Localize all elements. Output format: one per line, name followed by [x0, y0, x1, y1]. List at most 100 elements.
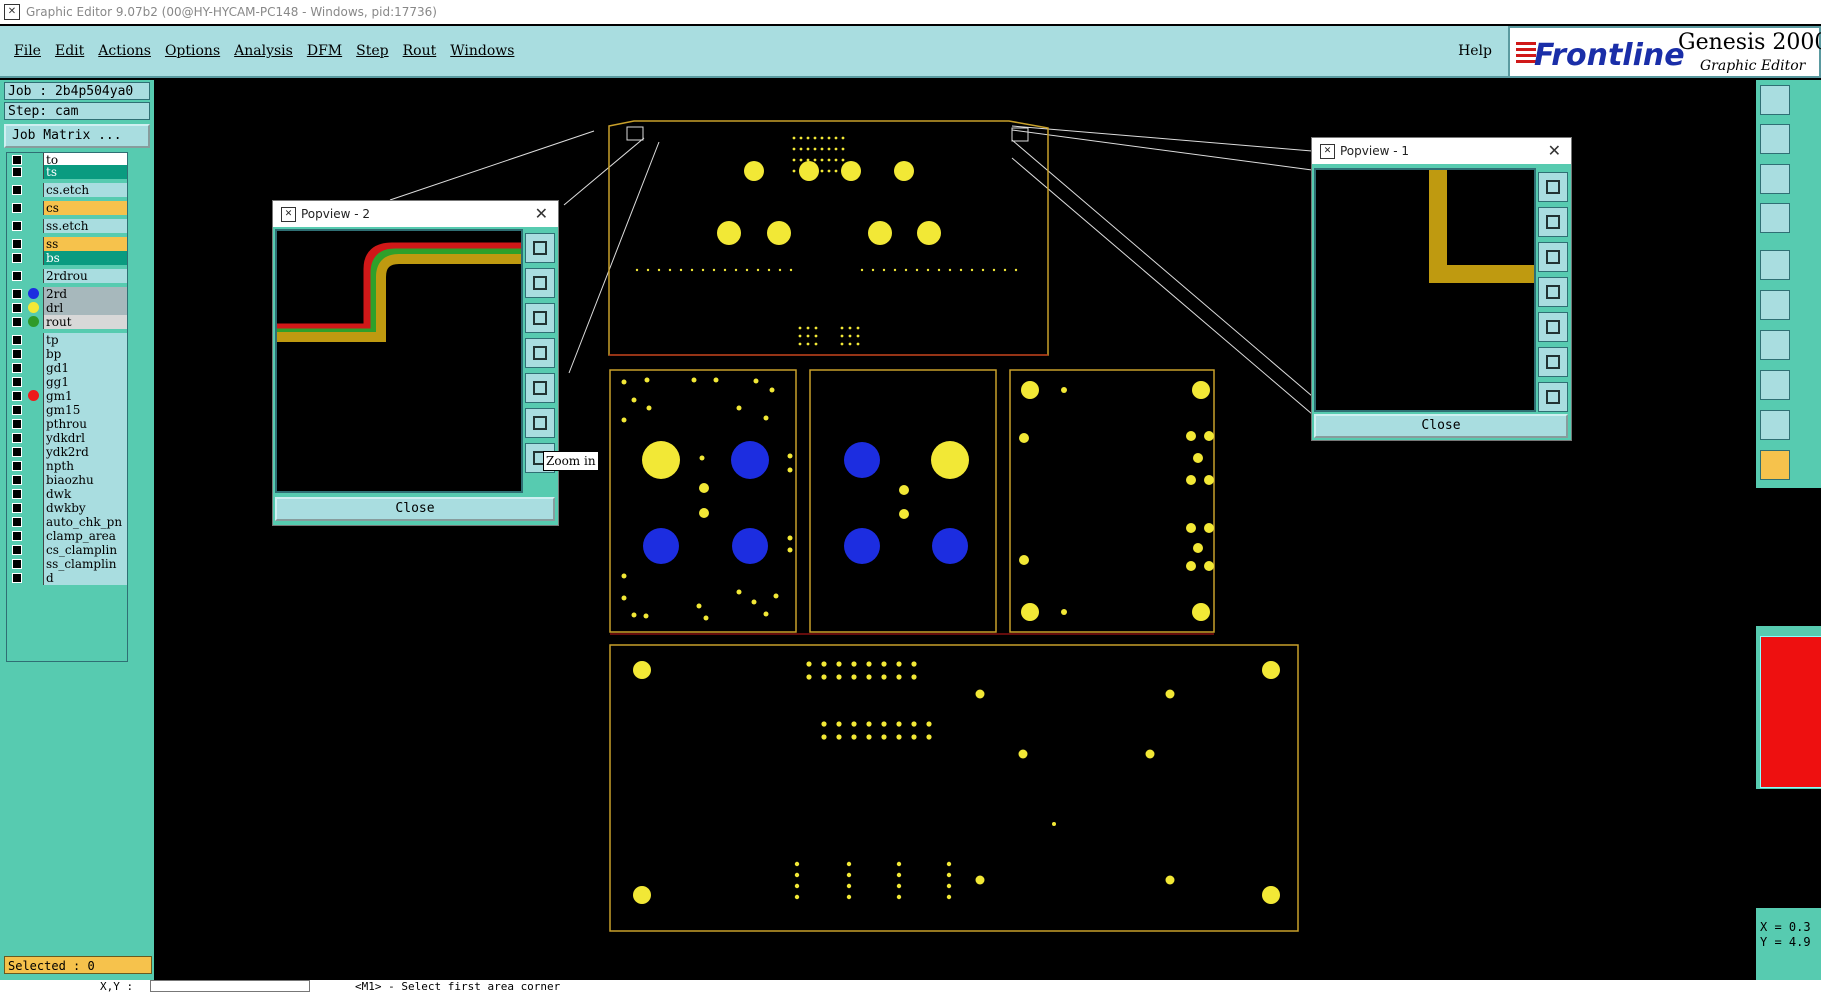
popview-2-zoom-out-icon[interactable] — [525, 408, 555, 438]
layer-name[interactable]: dwkby — [43, 501, 127, 515]
layer-row-ss[interactable]: ss — [9, 237, 127, 251]
layer-row-dwk[interactable]: dwk — [9, 487, 127, 501]
layer-checkbox[interactable] — [12, 475, 22, 485]
layer-row-clamp_area[interactable]: clamp_area — [9, 529, 127, 543]
layer-name[interactable]: 2rdrou — [43, 269, 127, 283]
xy-input[interactable] — [150, 980, 310, 992]
layer-checkbox[interactable] — [12, 433, 22, 443]
popview-2-pan-down-icon[interactable] — [525, 303, 555, 333]
menu-analysis[interactable]: Analysis — [234, 43, 293, 59]
tool-zoom-home-icon[interactable] — [1760, 85, 1790, 115]
popview-2-pan-right-icon[interactable] — [525, 373, 555, 403]
layer-row-ydkdrl[interactable]: ydkdrl — [9, 431, 127, 445]
tool-snap-icon[interactable] — [1760, 370, 1790, 400]
layer-checkbox[interactable] — [12, 573, 22, 583]
popview-1-zoom-home-icon[interactable] — [1538, 172, 1568, 202]
tool-palette-icon[interactable] — [1760, 203, 1790, 233]
layer-checkbox[interactable] — [12, 559, 22, 569]
layer-checkbox[interactable] — [12, 239, 22, 249]
layer-checkbox[interactable] — [12, 185, 22, 195]
layer-name[interactable]: ss.etch — [43, 219, 127, 233]
layer-name[interactable]: d — [43, 571, 127, 585]
layer-row-2rdrou[interactable]: 2rdrou — [9, 269, 127, 283]
layer-row-cs[interactable]: cs — [9, 201, 127, 215]
layer-name[interactable]: bs — [43, 251, 127, 265]
layer-checkbox[interactable] — [12, 377, 22, 387]
layer-name[interactable]: dwk — [43, 487, 127, 501]
menu-windows[interactable]: Windows — [450, 43, 514, 59]
layer-checkbox[interactable] — [12, 531, 22, 541]
layer-name[interactable]: biaozhu — [43, 473, 127, 487]
layer-checkbox[interactable] — [12, 545, 22, 555]
layer-name[interactable]: clamp_area — [43, 529, 127, 543]
layer-name[interactable]: gm15 — [43, 403, 127, 417]
layer-row-d[interactable]: d — [9, 571, 127, 585]
job-matrix-button[interactable]: Job Matrix ... — [4, 124, 150, 148]
popview-1-zoom-out-icon[interactable] — [1538, 347, 1568, 377]
layer-row-rout[interactable]: rout — [9, 315, 127, 329]
popview-1-titlebar[interactable]: ✕ Popview - 1 ✕ — [1312, 138, 1571, 164]
layer-row-gg1[interactable]: gg1 — [9, 375, 127, 389]
layer-checkbox[interactable] — [12, 447, 22, 457]
layer-checkbox[interactable] — [12, 303, 22, 313]
layer-row-bs[interactable]: bs — [9, 251, 127, 265]
popview-1-pan-left-icon[interactable] — [1538, 277, 1568, 307]
layer-row-npth[interactable]: npth — [9, 459, 127, 473]
layer-checkbox[interactable] — [12, 517, 22, 527]
layer-row-cs.etch[interactable]: cs.etch — [9, 183, 127, 197]
layer-name[interactable]: cs — [43, 201, 127, 215]
layer-checkbox[interactable] — [12, 489, 22, 499]
layer-name[interactable]: gg1 — [43, 375, 127, 389]
layer-name[interactable]: pthrou — [43, 417, 127, 431]
layer-checkbox[interactable] — [12, 405, 22, 415]
menu-file[interactable]: File — [14, 43, 41, 59]
popview-1-pan-right-icon[interactable] — [1538, 312, 1568, 342]
menu-edit[interactable]: Edit — [55, 43, 84, 59]
menu-dfm[interactable]: DFM — [307, 43, 342, 59]
layer-name[interactable]: tp — [43, 333, 127, 347]
layer-checkbox[interactable] — [12, 317, 22, 327]
popview-1-window[interactable]: ✕ Popview - 1 ✕ Close — [1311, 137, 1572, 441]
popview-2-pan-left-icon[interactable] — [525, 338, 555, 368]
layer-checkbox[interactable] — [12, 349, 22, 359]
tool-net-icon[interactable] — [1760, 290, 1790, 320]
popview-2-close-button[interactable]: Close — [275, 497, 555, 521]
layer-checkbox[interactable] — [12, 391, 22, 401]
layer-name[interactable]: rout — [43, 315, 127, 329]
layer-row-ss.etch[interactable]: ss.etch — [9, 219, 127, 233]
layer-name[interactable]: auto_chk_pn — [43, 515, 127, 529]
layer-checkbox[interactable] — [12, 461, 22, 471]
menu-rout[interactable]: Rout — [403, 43, 437, 59]
layer-name[interactable]: ydk2rd — [43, 445, 127, 459]
layer-name[interactable]: ydkdrl — [43, 431, 127, 445]
tool-measure-icon[interactable] — [1760, 330, 1790, 360]
popview-1-close-icon[interactable]: ✕ — [1548, 138, 1561, 164]
popview-1-pan-up-icon[interactable] — [1538, 207, 1568, 237]
layer-checkbox[interactable] — [12, 335, 22, 345]
menu-options[interactable]: Options — [165, 43, 220, 59]
layer-row-ydk2rd[interactable]: ydk2rd — [9, 445, 127, 459]
layer-checkbox[interactable] — [12, 155, 22, 165]
layer-checkbox[interactable] — [12, 221, 22, 231]
layer-checkbox[interactable] — [12, 253, 22, 263]
popview-1-zoom-in-icon[interactable] — [1538, 382, 1568, 412]
layer-row-ss_clamplin[interactable]: ss_clamplin — [9, 557, 127, 571]
layer-row-bp[interactable]: bp — [9, 347, 127, 361]
popview-1-pan-down-icon[interactable] — [1538, 242, 1568, 272]
layer-name[interactable]: gm1 — [43, 389, 127, 403]
popview-2-pan-up-icon[interactable] — [525, 268, 555, 298]
tool-triangle-icon[interactable] — [1760, 410, 1790, 440]
tool-zoom-fit-icon[interactable] — [1760, 164, 1790, 194]
popview-2-close-icon[interactable]: ✕ — [535, 201, 548, 227]
layer-name[interactable]: cs_clamplin — [43, 543, 127, 557]
layer-row-gm1[interactable]: gm1 — [9, 389, 127, 403]
popview-2-window[interactable]: ✕ Popview - 2 ✕ Close — [272, 200, 559, 526]
layer-checkbox[interactable] — [12, 503, 22, 513]
layer-checkbox[interactable] — [12, 271, 22, 281]
layer-checkbox[interactable] — [12, 289, 22, 299]
layer-row-biaozhu[interactable]: biaozhu — [9, 473, 127, 487]
layer-name[interactable]: ss_clamplin — [43, 557, 127, 571]
layer-row-gd1[interactable]: gd1 — [9, 361, 127, 375]
layer-checkbox[interactable] — [12, 363, 22, 373]
tool-select-arrow-icon[interactable] — [1760, 450, 1790, 480]
